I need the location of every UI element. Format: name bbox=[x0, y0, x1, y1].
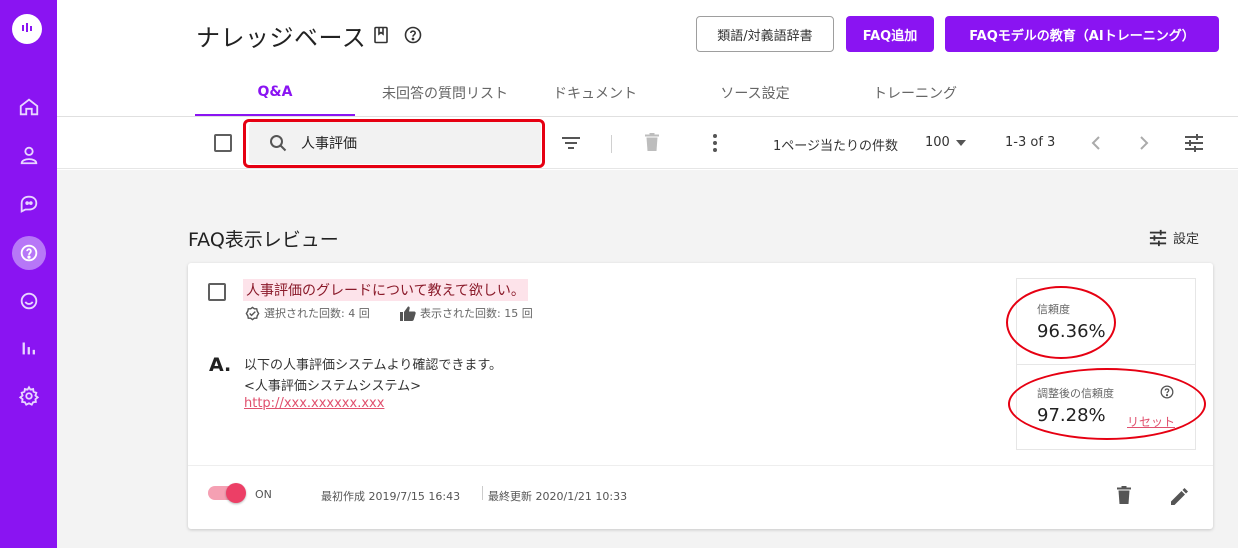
synonym-dictionary-button[interactable]: 類語/対義語辞書 bbox=[696, 16, 834, 52]
logo-icon[interactable] bbox=[12, 14, 42, 44]
confidence-highlight-annotation bbox=[1006, 286, 1116, 359]
search-highlight-annotation bbox=[243, 119, 545, 168]
per-page-select[interactable]: 100 bbox=[925, 135, 966, 150]
pagination-range: 1-3 of 3 bbox=[1005, 135, 1056, 150]
faq-toggle[interactable] bbox=[208, 483, 246, 503]
tab-source-settings[interactable]: ソース設定 bbox=[695, 70, 815, 116]
displayed-count-text: 表示された回数: 15 回 bbox=[420, 307, 533, 320]
user-icon bbox=[20, 146, 37, 165]
toggle-label: ON bbox=[255, 488, 272, 501]
chevron-left-icon[interactable] bbox=[1091, 135, 1101, 151]
sidebar-item-conversation[interactable] bbox=[0, 281, 57, 321]
toolbar-divider bbox=[611, 135, 612, 153]
book-icon[interactable] bbox=[373, 26, 389, 44]
content-area: FAQ表示レビュー 設定 人事評価のグレードについて教えて欲しい。 選択された回… bbox=[57, 170, 1238, 548]
more-icon[interactable] bbox=[712, 133, 718, 153]
adjusted-confidence-highlight-annotation bbox=[1008, 368, 1206, 440]
caret-down-icon bbox=[955, 139, 966, 146]
sidebar-item-faq[interactable] bbox=[0, 233, 57, 273]
toolbar: 1ページ当たりの件数 100 1-3 of 3 bbox=[57, 117, 1238, 169]
faq-question[interactable]: 人事評価のグレードについて教えて欲しい。 bbox=[243, 279, 528, 301]
gear-icon bbox=[18, 385, 39, 406]
answer-link[interactable]: http://xxx.xxxxxx.xxx bbox=[244, 396, 384, 411]
footer-divider bbox=[482, 486, 483, 500]
conversation-icon bbox=[20, 292, 37, 310]
trash-icon[interactable] bbox=[1117, 486, 1131, 504]
page-title: ナレッジベース bbox=[196, 24, 367, 52]
sidebar bbox=[0, 0, 57, 548]
card-divider bbox=[188, 465, 1213, 466]
confidence-divider bbox=[1017, 364, 1195, 365]
analytics-icon bbox=[22, 342, 35, 355]
sidebar-item-home[interactable] bbox=[0, 87, 57, 127]
settings-label: 設定 bbox=[1173, 232, 1200, 247]
sidebar-item-users[interactable] bbox=[0, 135, 57, 175]
tune-icon bbox=[1149, 229, 1167, 246]
tab-qa[interactable]: Q&A bbox=[195, 70, 355, 116]
trash-icon[interactable] bbox=[645, 133, 659, 151]
select-all-checkbox[interactable] bbox=[214, 134, 232, 152]
created-date: 最初作成 2019/7/15 16:43 bbox=[321, 490, 461, 503]
sidebar-item-chat[interactable] bbox=[0, 184, 57, 224]
chat-icon bbox=[20, 195, 37, 213]
answer-label: A. bbox=[209, 354, 232, 376]
toggle-knob bbox=[226, 483, 246, 503]
tab-training[interactable]: トレーニング bbox=[855, 70, 975, 116]
home-icon bbox=[19, 98, 38, 116]
per-page-label: 1ページ当たりの件数 bbox=[773, 139, 899, 154]
per-page-value: 100 bbox=[925, 135, 950, 150]
displayed-count: 表示された回数: 15 回 bbox=[400, 305, 533, 321]
sidebar-item-settings[interactable] bbox=[0, 376, 57, 416]
selected-count-text: 選択された回数: 4 回 bbox=[264, 307, 370, 320]
help-icon[interactable] bbox=[404, 26, 422, 44]
settings-button[interactable]: 設定 bbox=[1149, 228, 1199, 247]
check-circle-icon bbox=[245, 306, 260, 320]
updated-date: 最終更新 2020/1/21 10:33 bbox=[488, 490, 628, 503]
faq-card: 人事評価のグレードについて教えて欲しい。 選択された回数: 4 回 表示された回… bbox=[188, 263, 1213, 529]
tune-icon[interactable] bbox=[1184, 133, 1204, 153]
sidebar-item-analytics[interactable] bbox=[0, 328, 57, 368]
edit-icon[interactable] bbox=[1171, 487, 1189, 505]
faq-icon bbox=[20, 244, 37, 262]
tab-documents[interactable]: ドキュメント bbox=[535, 70, 655, 116]
tab-unanswered-questions[interactable]: 未回答の質問リスト bbox=[355, 70, 535, 116]
filter-icon[interactable] bbox=[561, 135, 581, 151]
selected-count: 選択された回数: 4 回 bbox=[245, 305, 370, 321]
chevron-right-icon[interactable] bbox=[1139, 135, 1149, 151]
answer-line: 以下の人事評価システムより確認できます。 bbox=[244, 358, 503, 373]
train-faq-model-button[interactable]: FAQモデルの教育（AIトレーニング） bbox=[945, 16, 1219, 52]
thumb-up-icon bbox=[400, 306, 416, 321]
add-faq-button[interactable]: FAQ追加 bbox=[846, 16, 934, 52]
section-title: FAQ表示レビュー bbox=[188, 229, 339, 251]
faq-checkbox[interactable] bbox=[208, 283, 226, 301]
answer-line: <人事評価システムシステム> bbox=[244, 379, 422, 394]
